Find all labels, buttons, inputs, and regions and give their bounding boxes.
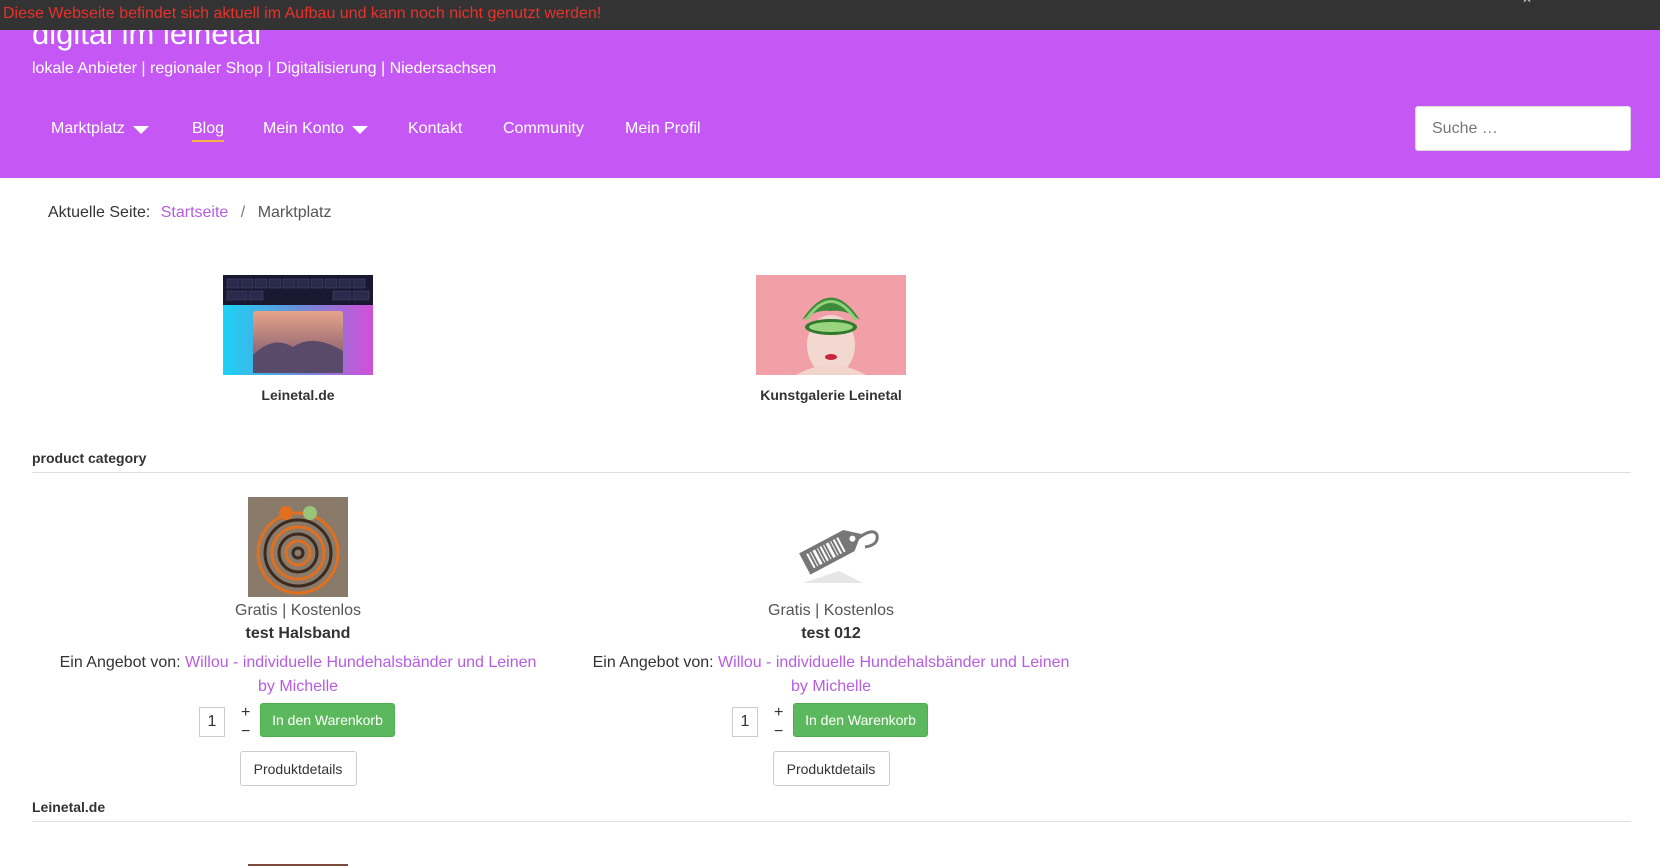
breadcrumb: Aktuelle Seite: Startseite / Marktplatz (48, 204, 331, 222)
section-heading-leinetal: Leinetal.de (32, 799, 1631, 822)
breadcrumb-prefix: Aktuelle Seite: (48, 204, 151, 221)
product-details-button[interactable]: Produktdetails (239, 751, 357, 786)
nav-item-blog[interactable]: Blog (192, 120, 225, 150)
vendor-link[interactable]: Willou - individuelle Hundehalsbänder un… (718, 654, 1069, 695)
offer-prefix: Ein Angebot von: (592, 654, 714, 671)
nav-item-marktplatz[interactable]: Marktplatz (51, 120, 149, 150)
site-tagline: lokale Anbieter | regionaler Shop | Digi… (32, 60, 497, 77)
nav-item-mein-profil[interactable]: Mein Profil (625, 120, 701, 150)
product-card: Gratis | Kostenlos test Halsband Ein Ang… (58, 497, 538, 786)
breadcrumb-link-startseite[interactable]: Startseite (161, 204, 229, 221)
dog-collar-image[interactable] (248, 497, 348, 597)
product-offer: Ein Angebot von: Willou - individuelle H… (591, 651, 1071, 699)
quantity-plus-button[interactable]: + (774, 704, 783, 722)
product-price: Gratis | Kostenlos (235, 602, 361, 619)
cart-row: + − In den Warenkorb (58, 701, 538, 745)
nav-item-label: Kontakt (408, 120, 463, 137)
quantity-minus-button[interactable]: − (774, 723, 783, 741)
caret-down-icon (132, 126, 149, 134)
vendor-link-text: Willou - individuelle Hundehalsbänder un… (185, 654, 537, 671)
product-price: Gratis | Kostenlos (768, 602, 894, 619)
notice-text: Diese Webseite befindet sich aktuell im … (3, 5, 602, 22)
cart-row: + − In den Warenkorb (591, 701, 1071, 745)
portrait-image[interactable] (756, 275, 906, 375)
site-title[interactable]: digital im leinetal (32, 30, 261, 52)
search-input[interactable] (1415, 106, 1631, 151)
nav-item-kontakt[interactable]: Kontakt (408, 120, 462, 150)
nav-item-label: Blog (192, 120, 225, 142)
add-to-cart-button[interactable]: In den Warenkorb (793, 703, 928, 737)
vendor-link[interactable]: Willou - individuelle Hundehalsbänder un… (185, 654, 536, 695)
nav-item-mein-konto[interactable]: Mein Konto (263, 120, 368, 150)
nav-item-label: Marktplatz (51, 120, 125, 137)
vendor-tile-kunstgalerie: Kunstgalerie Leinetal (681, 275, 981, 403)
breadcrumb-separator: / (240, 204, 246, 221)
quantity-input[interactable] (199, 707, 225, 737)
vendor-link-text: Willou - individuelle Hundehalsbänder un… (718, 654, 1070, 671)
vendor-name[interactable]: Leinetal.de (148, 387, 448, 403)
vendor-link-suffix: by Michelle (257, 678, 339, 695)
product-offer: Ein Angebot von: Willou - individuelle H… (58, 651, 538, 699)
notice-bar: Diese Webseite befindet sich aktuell im … (0, 0, 1660, 30)
nav-item-label: Mein Konto (263, 120, 344, 137)
caret-down-icon (351, 126, 368, 134)
close-icon[interactable]: ✕ (1522, 0, 1532, 6)
breadcrumb-current: Marktplatz (257, 204, 332, 221)
product-name[interactable]: test Halsband (58, 625, 538, 643)
vendor-name[interactable]: Kunstgalerie Leinetal (681, 387, 981, 403)
quantity-input[interactable] (732, 707, 758, 737)
add-to-cart-button[interactable]: In den Warenkorb (260, 703, 395, 737)
product-details-button[interactable]: Produktdetails (772, 751, 890, 786)
vendor-tile-leinetal: Leinetal.de (148, 275, 448, 403)
quantity-minus-button[interactable]: − (241, 723, 250, 741)
keyboard-gradient-image[interactable] (223, 275, 373, 375)
nav-item-community[interactable]: Community (503, 120, 584, 150)
product-card: Gratis | Kostenlos test 012 Ein Angebot … (591, 497, 1071, 786)
product-name[interactable]: test 012 (591, 625, 1071, 643)
nav-item-label: Community (503, 120, 584, 137)
section-heading-product-category: product category (32, 450, 1631, 473)
quantity-plus-button[interactable]: + (241, 704, 250, 722)
nav-item-label: Mein Profil (625, 120, 701, 137)
site-header: digital im leinetal lokale Anbieter | re… (0, 30, 1660, 178)
price-tag-placeholder-icon[interactable] (781, 497, 881, 597)
offer-prefix: Ein Angebot von: (59, 654, 181, 671)
vendor-link-suffix: by Michelle (790, 678, 872, 695)
